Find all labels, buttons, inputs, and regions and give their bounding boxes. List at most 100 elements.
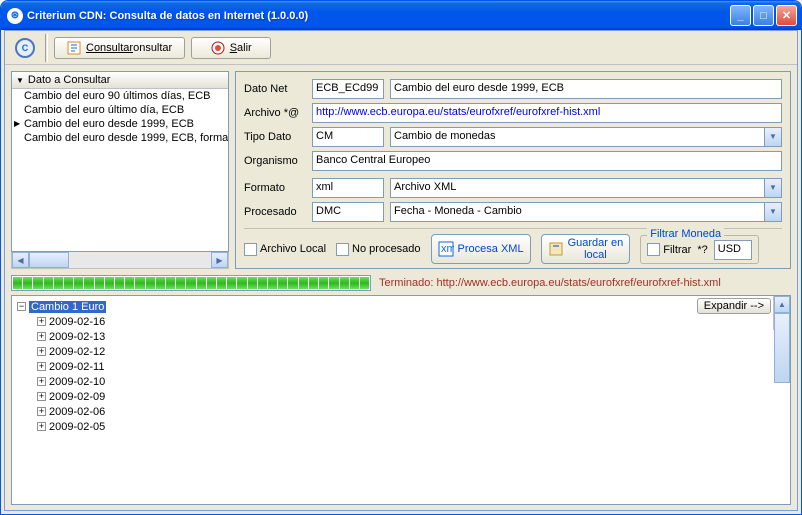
guardar-local-button[interactable]: Guardar en local [541,234,631,264]
no-procesado-label: No procesado [352,243,421,255]
titlebar: ⊛ Criterium CDN: Consulta de datos en In… [1,1,801,30]
organismo-input[interactable]: Banco Central Europeo [312,151,782,171]
progress-bar [11,275,371,291]
no-procesado-checkbox[interactable]: No procesado [336,243,421,256]
scroll-left-icon[interactable]: ◀ [12,252,29,268]
chevron-down-icon[interactable]: ▼ [765,127,782,147]
tree-root-label: Cambio 1 Euro [29,301,106,313]
salir-icon [211,41,225,55]
expand-icon[interactable]: + [37,422,46,431]
filtrar-checkbox[interactable]: Filtrar [647,243,691,256]
tree-node-label: 2009-02-05 [49,421,105,433]
dato-consultar-list[interactable]: ▼ Dato a Consultar Cambio del euro 90 úl… [11,71,229,252]
scroll-thumb[interactable] [774,313,790,383]
expand-icon[interactable]: + [37,347,46,356]
procesado-desc: Fecha - Moneda - Cambio [390,202,765,222]
status-row: Terminado: http://www.ecb.europa.eu/stat… [5,275,797,295]
list-item[interactable]: Cambio del euro 90 últimos días, ECB [12,89,228,103]
archivo-local-checkbox[interactable]: Archivo Local [244,243,326,256]
consultar-button[interactable]: Consultaronsultar [54,37,185,59]
xml-icon: xml [438,241,454,257]
minimize-button[interactable]: _ [730,5,751,26]
tree-node[interactable]: +2009-02-11 [15,359,692,374]
scroll-right-icon[interactable]: ▶ [211,252,228,268]
app-icon: ⊛ [7,8,23,24]
tipo-dato-code-input[interactable]: CM [312,127,384,147]
tree-root[interactable]: − Cambio 1 Euro [15,299,692,314]
expandir-button[interactable]: Expandir --> [697,298,771,314]
tree-node[interactable]: +2009-02-06 [15,404,692,419]
expand-icon[interactable]: + [37,317,46,326]
list-item[interactable]: Cambio del euro desde 1999, ECB, formato [12,131,228,145]
dato-net-desc-input[interactable]: Cambio del euro desde 1999, ECB [390,79,782,99]
expand-icon[interactable]: + [37,377,46,386]
scroll-up-icon[interactable]: ▲ [774,296,790,313]
list-hscrollbar[interactable]: ◀ ▶ [11,252,229,269]
tree[interactable]: − Cambio 1 Euro +2009-02-16 +2009-02-13 … [12,296,695,437]
maximize-button[interactable]: □ [753,5,774,26]
filtrar-wildcard: *? [697,244,707,256]
procesado-combo[interactable]: Fecha - Moneda - Cambio ▼ [390,202,782,222]
guardar-local-label: Guardar en local [568,237,624,261]
tipo-dato-combo[interactable]: Cambio de monedas ▼ [390,127,782,147]
procesado-code-input[interactable]: DMC [312,202,384,222]
tipo-dato-label: Tipo Dato [244,131,306,143]
filtrar-label: Filtrar [663,244,691,256]
procesado-label: Procesado [244,206,306,218]
tipo-dato-desc: Cambio de monedas [390,127,765,147]
tree-node-label: 2009-02-10 [49,376,105,388]
action-row: Archivo Local No procesado xml Procesa X… [244,228,782,264]
salir-label: alir [237,42,252,54]
checkbox-icon [647,243,660,256]
formato-label: Formato [244,182,306,194]
expandir-label: Expandir --> [704,300,764,312]
salir-button[interactable]: Salir [191,37,271,59]
status-text: Terminado: http://www.ecb.europa.eu/stat… [379,277,721,289]
tree-node-label: 2009-02-13 [49,331,105,343]
procesa-xml-label: Procesa XML [458,243,524,255]
dato-net-code-input[interactable]: ECB_ECd99 [312,79,384,99]
filtrar-moneda-legend: Filtrar Moneda [647,228,724,240]
tree-node-label: 2009-02-12 [49,346,105,358]
expand-icon[interactable]: + [37,392,46,401]
organismo-label: Organismo [244,155,306,167]
archivo-label: Archivo *@ [244,107,306,119]
chevron-down-icon[interactable]: ▼ [765,178,782,198]
list-header[interactable]: ▼ Dato a Consultar [12,72,228,89]
tree-node[interactable]: +2009-02-05 [15,419,692,434]
formato-combo[interactable]: Archivo XML ▼ [390,178,782,198]
scroll-track[interactable] [29,252,211,268]
toolbar-separator [45,34,48,62]
scroll-thumb[interactable] [29,252,69,268]
tree-panel: − Cambio 1 Euro +2009-02-16 +2009-02-13 … [11,295,791,505]
list-header-label: Dato a Consultar [28,74,111,86]
dato-net-label: Dato Net [244,83,306,95]
tree-node[interactable]: +2009-02-12 [15,344,692,359]
tree-node-label: 2009-02-06 [49,406,105,418]
collapse-icon[interactable]: − [17,302,26,311]
save-icon [548,241,564,257]
procesa-xml-button[interactable]: xml Procesa XML [431,234,531,264]
tree-node[interactable]: +2009-02-10 [15,374,692,389]
details-panel: Dato Net ECB_ECd99 Cambio del euro desde… [235,71,791,269]
chevron-down-icon[interactable]: ▼ [765,202,782,222]
expand-icon[interactable]: + [37,407,46,416]
tree-vscrollbar[interactable]: ▲ ▼ [773,296,790,330]
tree-node[interactable]: +2009-02-13 [15,329,692,344]
tree-node[interactable]: +2009-02-16 [15,314,692,329]
expand-icon[interactable]: + [37,332,46,341]
tree-node[interactable]: +2009-02-09 [15,389,692,404]
expand-icon[interactable]: + [37,362,46,371]
formato-desc: Archivo XML [390,178,765,198]
moneda-input[interactable]: USD [714,240,752,260]
list-item[interactable]: Cambio del euro último día, ECB [12,103,228,117]
formato-code-input[interactable]: xml [312,178,384,198]
toolbar: C Consultaronsultar Salir [5,31,797,65]
svg-text:xml: xml [441,243,454,255]
list-item[interactable]: Cambio del euro desde 1999, ECB [12,117,228,131]
sort-icon: ▼ [16,76,24,85]
archivo-url-input[interactable]: http://www.ecb.europa.eu/stats/eurofxref… [312,103,782,123]
close-button[interactable]: ✕ [776,5,797,26]
app-logo-icon: C [11,34,39,62]
checkbox-icon [244,243,257,256]
